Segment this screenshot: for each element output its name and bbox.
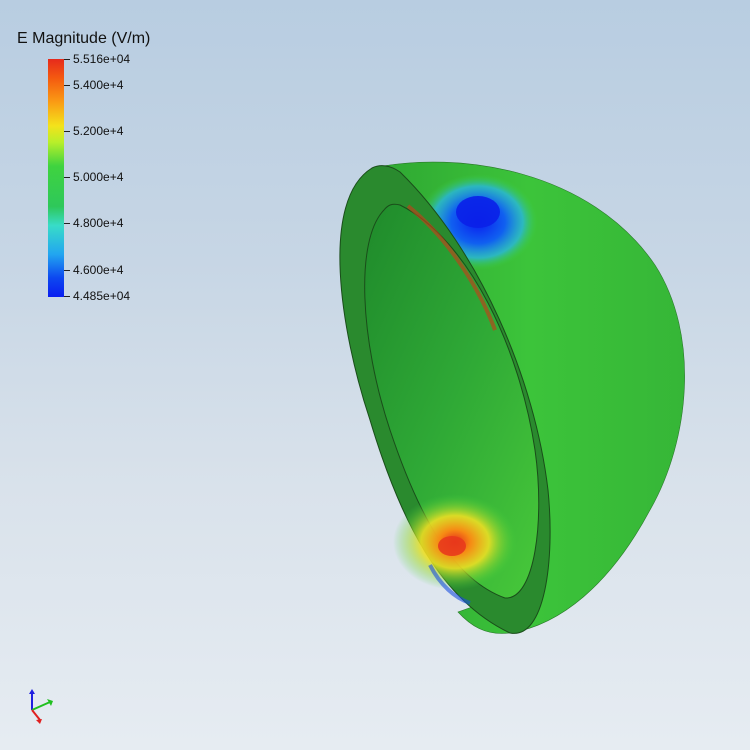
- render-viewport[interactable]: E Magnitude (V/m) 5.516e+04 5.400e+4 5.2…: [0, 0, 750, 750]
- orientation-axes-icon: [29, 689, 53, 724]
- hemisphere-model[interactable]: [0, 0, 750, 750]
